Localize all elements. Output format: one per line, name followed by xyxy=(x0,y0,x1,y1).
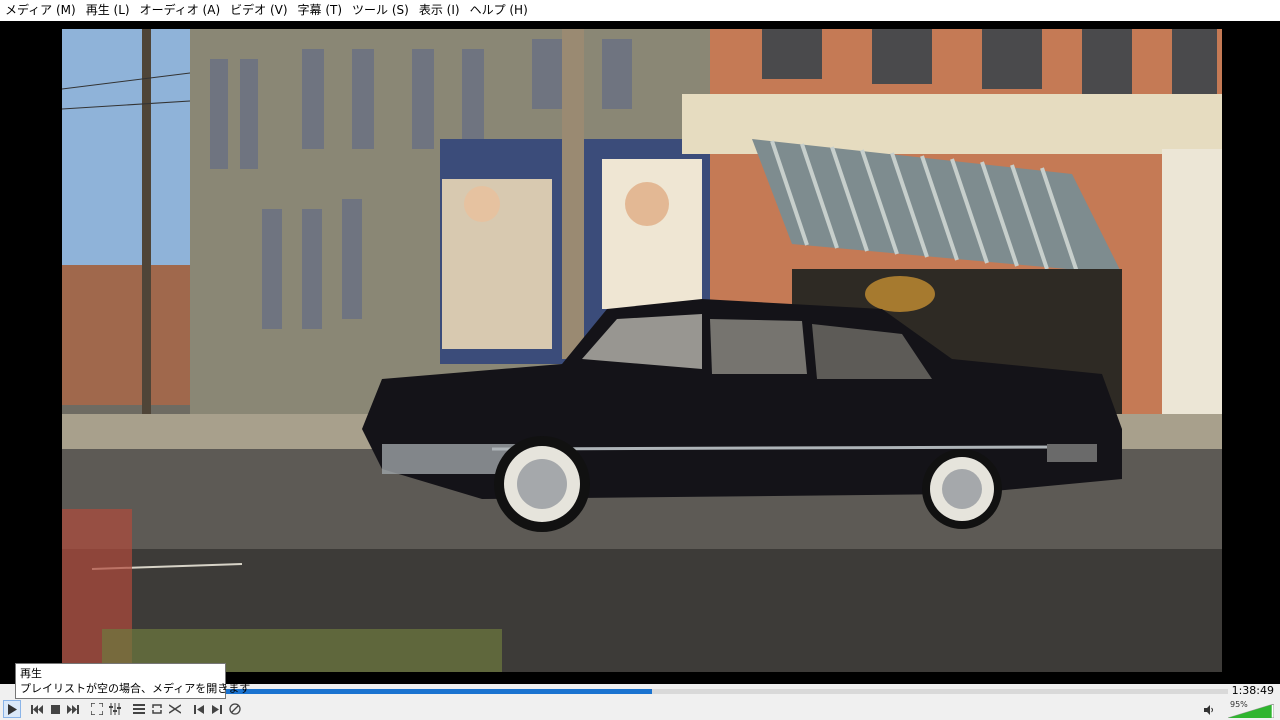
total-time: 1:38:49 xyxy=(1231,684,1274,697)
next-button[interactable] xyxy=(65,701,81,717)
next-icon xyxy=(67,704,79,714)
menu-view[interactable]: 表示 (I) xyxy=(414,0,465,21)
video-frame[interactable] xyxy=(62,29,1222,672)
playlist-icon xyxy=(133,703,145,714)
vlc-window: メディア (M) 再生 (L) オーディオ (A) ビデオ (V) 字幕 (T)… xyxy=(0,0,1280,720)
control-bar: 95% xyxy=(0,698,1280,720)
menu-help[interactable]: ヘルプ (H) xyxy=(465,0,533,21)
record-icon xyxy=(229,703,241,715)
previous-icon xyxy=(31,704,43,714)
random-button[interactable] xyxy=(167,701,183,717)
video-area[interactable] xyxy=(0,21,1280,684)
stop-button[interactable] xyxy=(47,701,63,717)
frame-next-icon xyxy=(212,704,222,714)
playlist-button[interactable] xyxy=(131,701,147,717)
menu-bar: メディア (M) 再生 (L) オーディオ (A) ビデオ (V) 字幕 (T)… xyxy=(0,0,1280,21)
fullscreen-icon xyxy=(91,703,103,715)
volume-control[interactable]: 95% xyxy=(1204,700,1276,718)
speaker-icon xyxy=(1204,705,1213,715)
menu-video[interactable]: ビデオ (V) xyxy=(225,0,292,21)
menu-audio[interactable]: オーディオ (A) xyxy=(135,0,226,21)
frame-back-button[interactable] xyxy=(191,701,207,717)
play-button[interactable] xyxy=(3,700,21,718)
play-tooltip: 再生 プレイリストが空の場合、メディアを開きます xyxy=(15,663,251,699)
play-icon xyxy=(8,703,17,715)
loop-icon xyxy=(152,704,162,714)
menu-tools[interactable]: ツール (S) xyxy=(347,0,414,21)
volume-slider[interactable] xyxy=(1228,704,1274,718)
extended-settings-icon xyxy=(109,703,121,715)
frame-back-icon xyxy=(194,704,204,714)
seek-bar[interactable] xyxy=(226,689,1228,694)
tooltip-text: プレイリストが空の場合、メディアを開きます xyxy=(20,682,251,695)
stop-icon xyxy=(50,704,60,714)
loop-button[interactable] xyxy=(149,701,165,717)
video-scene xyxy=(62,29,1222,672)
tooltip-title: 再生 xyxy=(20,667,42,680)
record-button[interactable] xyxy=(227,701,243,717)
previous-button[interactable] xyxy=(29,701,45,717)
random-icon xyxy=(169,704,181,714)
seek-progress xyxy=(226,689,652,694)
menu-playback[interactable]: 再生 (L) xyxy=(81,0,135,21)
fullscreen-button[interactable] xyxy=(89,701,105,717)
menu-media[interactable]: メディア (M) xyxy=(0,0,81,21)
extended-settings-button[interactable] xyxy=(107,701,123,717)
menu-subtitle[interactable]: 字幕 (T) xyxy=(293,0,348,21)
frame-next-button[interactable] xyxy=(209,701,225,717)
